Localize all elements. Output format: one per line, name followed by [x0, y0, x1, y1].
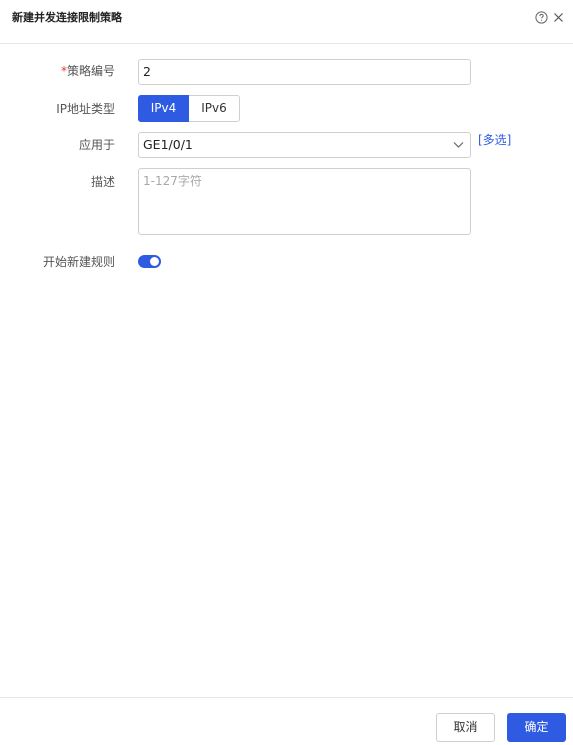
chevron-down-icon [453, 142, 464, 148]
toggle-knob [150, 257, 159, 266]
apply-to-label: 应用于 [78, 138, 115, 152]
ipv4-option[interactable]: IPv4 [138, 95, 189, 122]
start-new-rule-toggle[interactable] [138, 255, 161, 268]
dialog-title: 新建并发连接限制策略 [12, 11, 122, 24]
question-circle-icon[interactable] [535, 11, 548, 24]
ip-type-label: IP地址类型 [56, 102, 115, 116]
multi-select-link[interactable]: [多选] [478, 133, 511, 147]
apply-to-select[interactable]: GE1/0/1 [138, 132, 471, 158]
dialog-header: 新建并发连接限制策略 [0, 0, 573, 44]
ipv6-option[interactable]: IPv6 [189, 95, 240, 122]
close-icon[interactable] [553, 12, 564, 23]
description-textarea[interactable]: 1-127字符 [138, 168, 471, 235]
confirm-button[interactable]: 确定 [507, 713, 566, 742]
policy-id-label: *策略编号 [60, 64, 115, 78]
apply-to-value: GE1/0/1 [143, 137, 193, 152]
start-new-rule-label: 开始新建规则 [42, 255, 115, 269]
cancel-button[interactable]: 取消 [436, 713, 495, 742]
ip-type-segmented-control: IPv4 IPv6 [138, 95, 240, 122]
description-placeholder: 1-127字符 [143, 174, 202, 188]
policy-id-input[interactable]: 2 [138, 59, 471, 85]
description-label: 描述 [90, 175, 115, 189]
dialog-footer: 取消 确定 [0, 697, 573, 745]
